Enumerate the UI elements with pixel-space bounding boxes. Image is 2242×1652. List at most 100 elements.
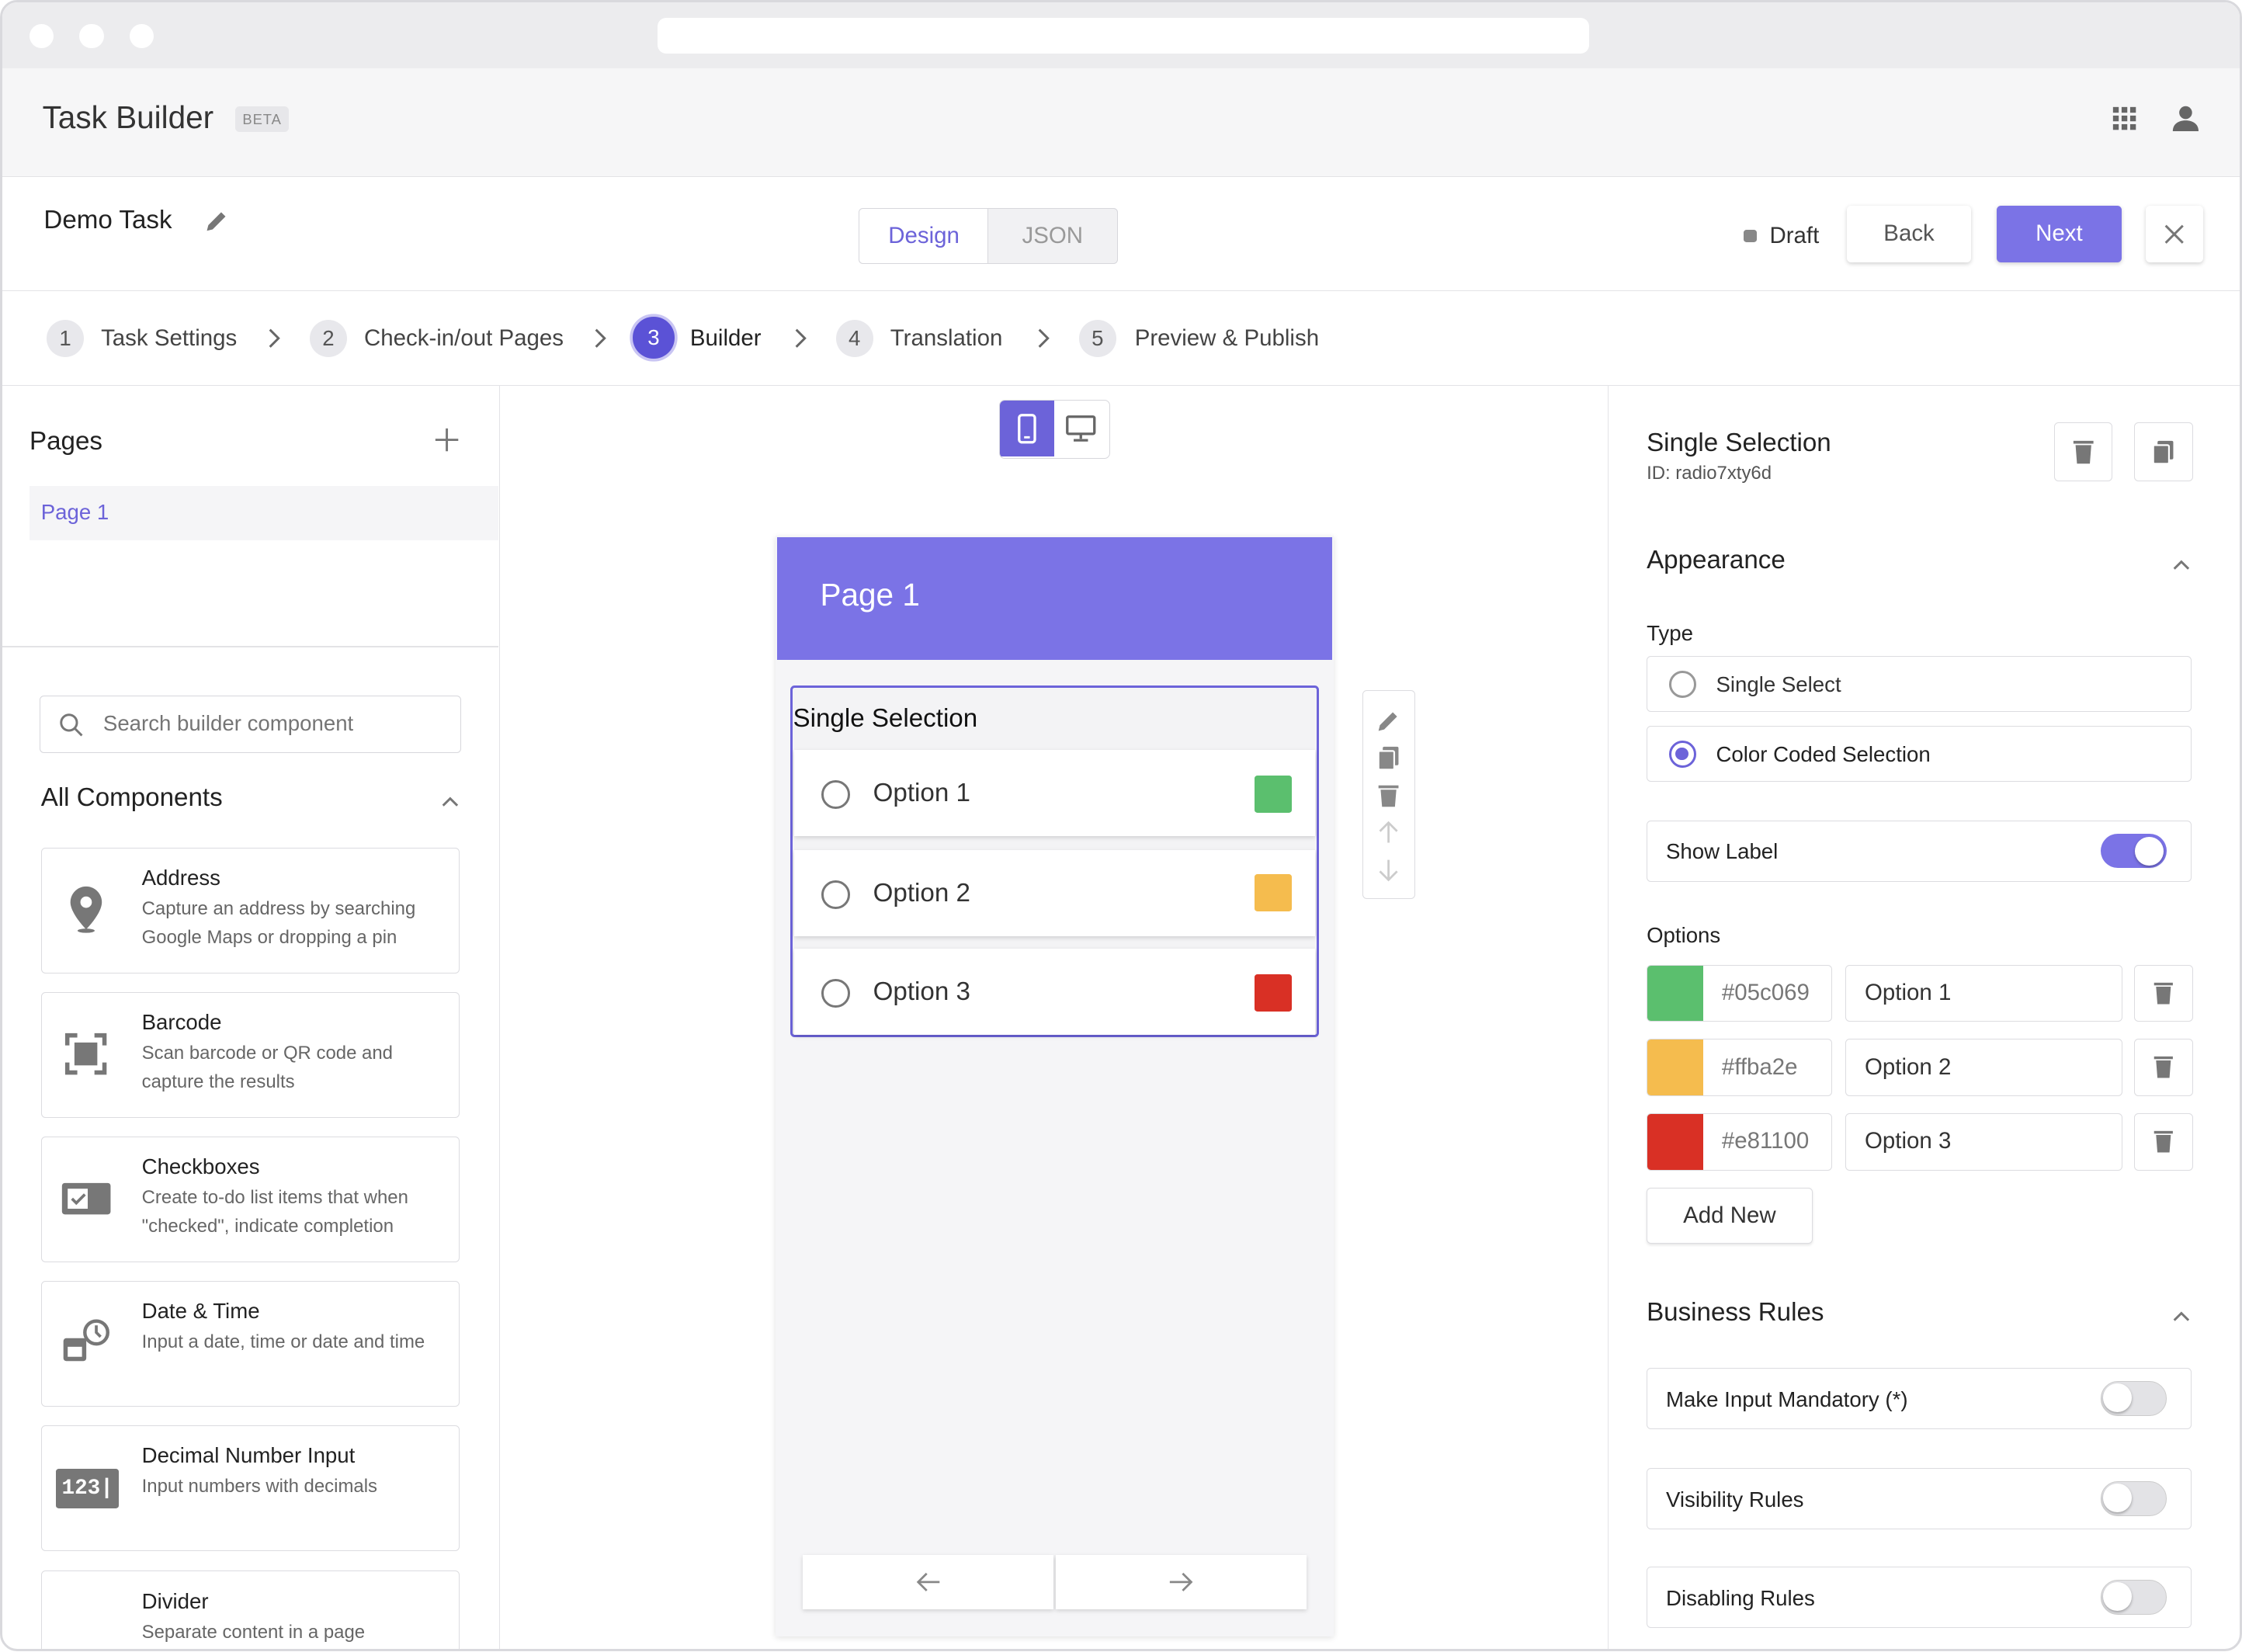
- option-label-input[interactable]: Option 2: [1845, 1039, 2123, 1096]
- tab-json[interactable]: JSON: [987, 208, 1118, 265]
- radio-button[interactable]: [821, 978, 851, 1008]
- step-builder[interactable]: Builder: [690, 325, 762, 352]
- arrow-down-icon[interactable]: [1376, 857, 1401, 883]
- desktop-view-button[interactable]: [1054, 401, 1109, 456]
- next-page-button[interactable]: [1056, 1555, 1307, 1610]
- step-number: 4: [835, 319, 873, 357]
- delete-option-button[interactable]: [2134, 1113, 2193, 1171]
- option-color-swatch: [1255, 974, 1293, 1012]
- option-item[interactable]: Option 1: [794, 750, 1315, 836]
- delete-option-button[interactable]: [2134, 964, 2193, 1022]
- apps-grid-icon[interactable]: [2112, 106, 2137, 131]
- duplicate-icon[interactable]: [1376, 745, 1401, 771]
- step-task-settings[interactable]: Task Settings: [101, 325, 237, 352]
- component-card-decimal-number[interactable]: 123| Decimal Number Input Input numbers …: [40, 1425, 460, 1551]
- barcode-scan-icon: [59, 1027, 113, 1081]
- radio-button[interactable]: [821, 779, 851, 809]
- properties-title: Single Selection: [1647, 428, 1831, 457]
- task-name: Demo Task: [43, 205, 172, 234]
- browser-chrome: [2, 2, 2240, 68]
- step-check-in-out-pages[interactable]: Check-in/out Pages: [364, 325, 564, 352]
- option-label: Option 3: [873, 977, 970, 1007]
- step-preview-publish[interactable]: Preview & Publish: [1135, 325, 1319, 352]
- search-component-field[interactable]: [39, 696, 462, 753]
- show-label-toggle[interactable]: [2100, 834, 2167, 869]
- chevron-right-icon: [795, 328, 807, 348]
- option-color-field[interactable]: #e81100: [1647, 1113, 1833, 1171]
- divider-icon: [59, 1606, 113, 1650]
- edit-pencil-icon[interactable]: [1376, 708, 1401, 734]
- field-action-toolbar: [1362, 689, 1415, 899]
- window-close-dot[interactable]: [29, 23, 54, 48]
- type-option-single-select[interactable]: Single Select: [1647, 655, 2192, 712]
- address-bar[interactable]: [657, 18, 1590, 54]
- component-card-address[interactable]: Address Capture an address by searching …: [40, 847, 460, 974]
- edit-pencil-icon[interactable]: [203, 206, 231, 235]
- component-card-divider[interactable]: Divider Separate content in a page: [40, 1570, 460, 1650]
- option-item[interactable]: Option 2: [794, 850, 1315, 936]
- search-input[interactable]: [102, 708, 446, 740]
- back-button[interactable]: Back: [1846, 205, 1972, 263]
- window-maximize-dot[interactable]: [129, 23, 154, 48]
- add-page-icon[interactable]: [434, 427, 460, 453]
- checkbox-icon: [59, 1171, 113, 1226]
- delete-field-button[interactable]: [2053, 422, 2113, 481]
- color-swatch[interactable]: [1647, 1039, 1703, 1095]
- disabling-rules-toggle[interactable]: [2100, 1580, 2167, 1615]
- chevron-up-icon[interactable]: [2171, 1309, 2192, 1323]
- option-label-input[interactable]: Option 3: [1845, 1113, 2123, 1171]
- business-rules-heading: Business Rules: [1647, 1297, 1824, 1327]
- add-new-option-button[interactable]: Add New: [1647, 1187, 1813, 1244]
- divider: [2, 645, 499, 647]
- tab-design[interactable]: Design: [859, 208, 989, 265]
- window-minimize-dot[interactable]: [79, 23, 104, 48]
- step-translation[interactable]: Translation: [890, 325, 1003, 352]
- option-color-field[interactable]: #05c069: [1647, 964, 1833, 1022]
- component-description: Create to-do list items that when "check…: [141, 1187, 408, 1237]
- chevron-up-icon[interactable]: [2171, 557, 2192, 571]
- mobile-view-button[interactable]: [999, 401, 1054, 456]
- color-swatch[interactable]: [1647, 965, 1703, 1022]
- type-option-color-coded[interactable]: Color Coded Selection: [1647, 725, 2192, 782]
- delete-option-button[interactable]: [2134, 1039, 2193, 1096]
- radio-button[interactable]: [1668, 671, 1696, 699]
- number-input-icon: 123|: [56, 1468, 120, 1509]
- component-name: Date & Time: [141, 1298, 260, 1323]
- trash-icon[interactable]: [1376, 783, 1401, 808]
- option-label-input[interactable]: Option 1: [1845, 964, 2123, 1022]
- trash-icon: [2154, 1057, 2173, 1078]
- duplicate-field-button[interactable]: [2134, 422, 2193, 481]
- component-name: Address: [141, 865, 220, 890]
- component-name: Divider: [141, 1588, 209, 1613]
- status-label: Draft: [1769, 222, 1820, 248]
- device-toggle: [998, 400, 1111, 459]
- previous-page-button[interactable]: [803, 1555, 1053, 1610]
- step-number-active: 3: [633, 317, 675, 359]
- next-button[interactable]: Next: [1997, 205, 2122, 263]
- component-name: Decimal Number Input: [141, 1442, 356, 1467]
- app-header: [2, 68, 2240, 177]
- radio-button[interactable]: [821, 880, 851, 909]
- mandatory-toggle[interactable]: [2100, 1381, 2167, 1416]
- radio-button-checked[interactable]: [1668, 741, 1696, 769]
- option-item[interactable]: Option 3: [794, 949, 1315, 1035]
- user-account-icon[interactable]: [2171, 104, 2200, 133]
- option-color-field[interactable]: #ffba2e: [1647, 1039, 1833, 1096]
- visibility-rules-toggle[interactable]: [2100, 1481, 2167, 1516]
- component-card-barcode[interactable]: Barcode Scan barcode or QR code and capt…: [40, 991, 460, 1118]
- arrow-up-icon[interactable]: [1376, 820, 1401, 845]
- component-card-checkboxes[interactable]: Checkboxes Create to-do list items that …: [40, 1136, 460, 1262]
- trash-icon: [2154, 1131, 2173, 1153]
- close-button[interactable]: [2145, 205, 2203, 263]
- option-color-swatch: [1255, 776, 1293, 814]
- rule-disabling-row: Disabling Rules: [1647, 1566, 2192, 1629]
- color-swatch[interactable]: [1647, 1114, 1703, 1170]
- component-card-date-time[interactable]: Date & Time Input a date, time or date a…: [40, 1280, 460, 1407]
- arrow-left-icon: [916, 1573, 940, 1592]
- rule-label: Visibility Rules: [1666, 1487, 1804, 1511]
- search-icon: [60, 713, 83, 737]
- chevron-up-icon[interactable]: [440, 794, 460, 808]
- desktop-monitor-icon: [1066, 415, 1096, 442]
- show-label-row: Show Label: [1647, 820, 2192, 882]
- type-label: Type: [1647, 621, 1693, 646]
